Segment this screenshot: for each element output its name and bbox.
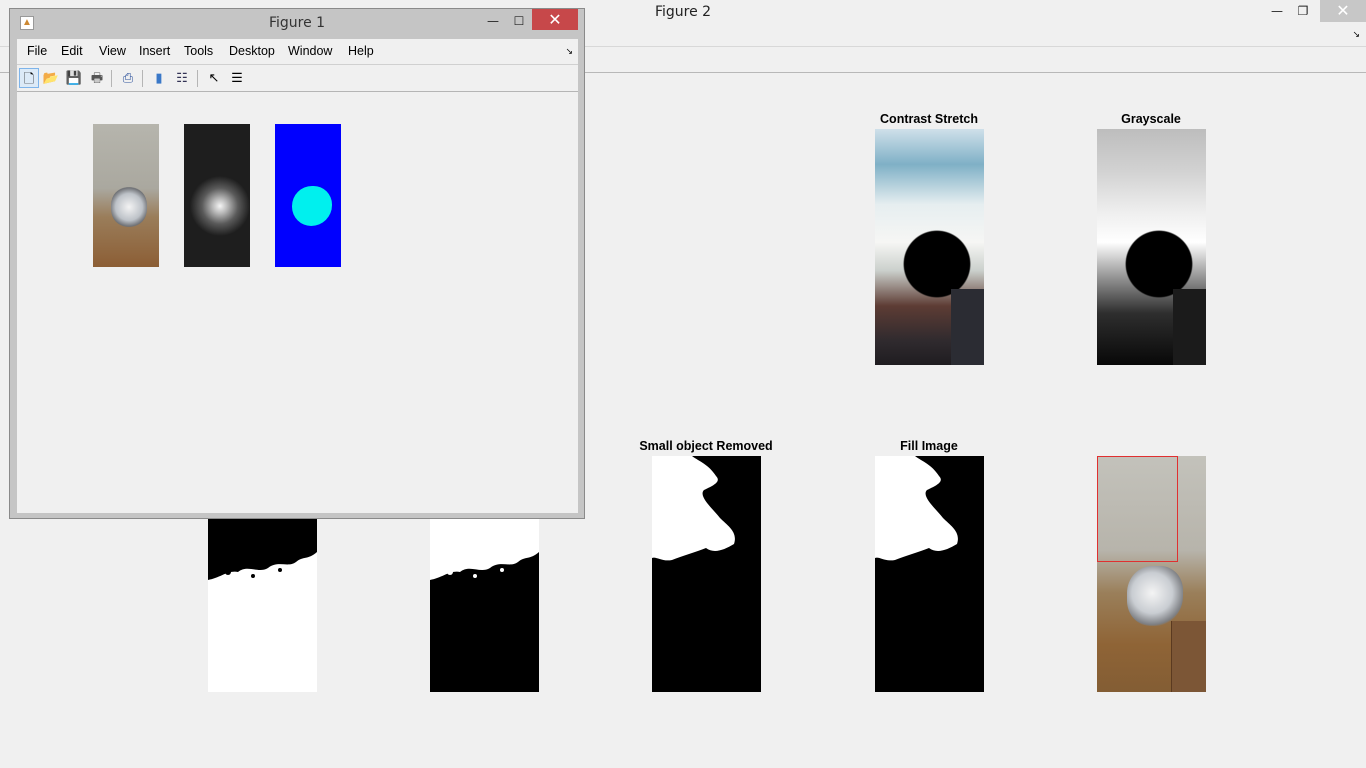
axes-title-grayscale: Grayscale: [1121, 112, 1181, 126]
segmented-image: [275, 124, 341, 267]
menu-tools[interactable]: Tools: [184, 44, 213, 58]
figure1-titlebar[interactable]: ▲ Figure 1 — ☐ ✕: [10, 9, 584, 39]
grayscale-image: [1097, 129, 1206, 365]
detection-result-image: [1097, 456, 1206, 692]
menu-dock-arrow-icon[interactable]: ↘: [565, 46, 573, 57]
menu-insert[interactable]: Insert: [139, 44, 170, 58]
close-button[interactable]: ✕: [532, 9, 578, 30]
wood-plank: [1171, 621, 1206, 692]
restore-button[interactable]: ❐: [1290, 0, 1316, 22]
axes-title-fill-image: Fill Image: [900, 439, 958, 453]
menu-edit[interactable]: Edit: [61, 44, 83, 58]
small-object-removed-image: [652, 456, 761, 692]
crumpled-paper: [1127, 566, 1183, 626]
save-icon[interactable]: 💾: [64, 68, 84, 88]
legend-icon[interactable]: ☷: [172, 68, 192, 88]
new-figure-icon[interactable]: 🗋: [19, 68, 39, 88]
toolbar-separator: [197, 70, 198, 87]
link-plot-icon[interactable]: ⎙: [118, 68, 138, 88]
menu-desktop[interactable]: Desktop: [229, 44, 275, 58]
fill-image: [875, 456, 984, 692]
axes-title-small-object-removed: Small object Removed: [639, 439, 773, 453]
edit-pointer-icon[interactable]: ↖: [204, 68, 224, 88]
toolbar-separator: [142, 70, 143, 87]
detection-bounding-box: [1097, 456, 1178, 562]
open-file-icon[interactable]: 📂: [41, 68, 61, 88]
axes-title-contrast-stretch: Contrast Stretch: [880, 112, 978, 126]
figure1-window: ▲ Figure 1 — ☐ ✕ File Edit View Insert T…: [9, 8, 585, 519]
close-button[interactable]: ✕: [1320, 0, 1366, 22]
binary-mask-image: [208, 512, 317, 692]
minimize-button[interactable]: —: [1264, 0, 1290, 22]
crumpled-paper: [111, 187, 147, 227]
menu-dock-arrow-icon[interactable]: ↘: [1352, 29, 1360, 40]
intensity-map-image: [184, 124, 250, 267]
menu-window[interactable]: Window: [288, 44, 332, 58]
property-editor-icon[interactable]: ☰: [227, 68, 247, 88]
maximize-button[interactable]: ☐: [506, 11, 532, 31]
print-icon[interactable]: 🖶: [87, 68, 107, 88]
minimize-button[interactable]: —: [480, 11, 506, 31]
menu-help[interactable]: Help: [348, 44, 374, 58]
figure1-menubar: File Edit View Insert Tools Desktop Wind…: [17, 39, 578, 65]
toolbar-separator: [111, 70, 112, 87]
contrast-stretch-image: [875, 129, 984, 365]
menu-file[interactable]: File: [27, 44, 47, 58]
inverted-mask-image: [430, 512, 539, 692]
segmented-blob: [292, 186, 332, 226]
menu-view[interactable]: View: [99, 44, 126, 58]
original-image: [93, 124, 159, 267]
figure1-toolbar: 🗋 📂 💾 🖶 ⎙ ▮ ☷ ↖ ☰: [17, 65, 578, 92]
figure1-client-area: File Edit View Insert Tools Desktop Wind…: [17, 39, 578, 513]
colorbar-icon[interactable]: ▮: [149, 68, 169, 88]
